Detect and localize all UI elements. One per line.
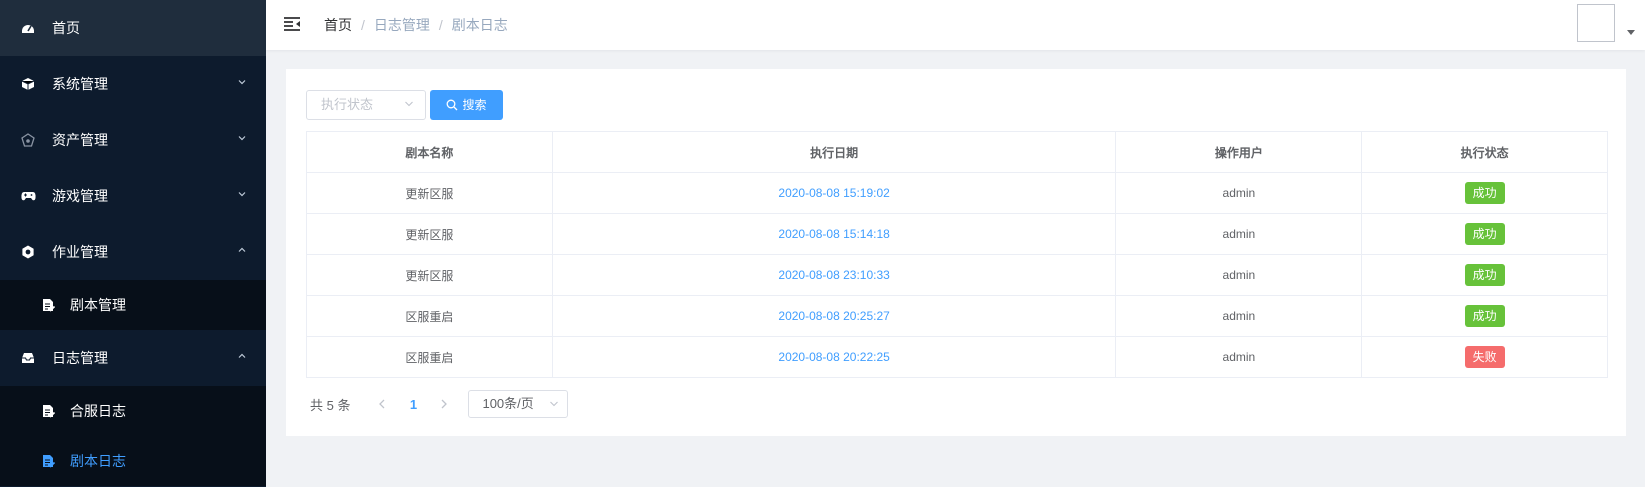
sidebar-item-label: 日志管理	[52, 350, 108, 366]
pagination: 共 5 条 1 100条/页	[310, 390, 569, 418]
date-cell[interactable]: 2020-08-08 20:25:27	[551, 295, 1117, 337]
page-size-select[interactable]: 100条/页	[468, 390, 569, 418]
user-cell: admin	[1115, 336, 1363, 378]
date-cell[interactable]: 2020-08-08 20:22:25	[551, 336, 1117, 378]
log-icon	[20, 350, 36, 366]
script-name-cell: 区服重启	[306, 295, 553, 337]
breadcrumb-home[interactable]: 首页	[324, 15, 352, 35]
document-icon	[40, 453, 56, 469]
chevron-down-icon	[238, 192, 246, 197]
breadcrumb-logs: 日志管理	[373, 17, 430, 33]
cube-icon	[20, 76, 36, 92]
table-row[interactable]: 区服重启 2020-08-08 20:22:25 admin 失败	[306, 336, 1608, 378]
log-table: 剧本名称 执行日期 操作用户 执行状态 更新区服 2020-08-08 15:1…	[306, 131, 1608, 378]
page-number[interactable]: 1	[396, 397, 430, 412]
sidebar-item-jobs[interactable]: 作业管理	[0, 224, 266, 280]
user-cell: admin	[1115, 295, 1363, 337]
sidebar-item-merge-log[interactable]: 合服日志	[0, 386, 266, 436]
top-navbar: 首页 / 日志管理 / 剧本日志	[266, 0, 1645, 50]
sidebar-item-system[interactable]: 系统管理	[0, 56, 266, 112]
sidebar-item-label: 系统管理	[52, 76, 108, 92]
sidebar-item-games[interactable]: 游戏管理	[0, 168, 266, 224]
status-badge: 成功	[1464, 182, 1505, 204]
search-button[interactable]: 搜索	[430, 90, 503, 120]
column-header[interactable]: 操作用户	[1115, 131, 1363, 173]
table-header-row: 剧本名称 执行日期 操作用户 执行状态	[306, 131, 1608, 173]
status-cell: 成功	[1361, 172, 1608, 214]
sidebar-item-home[interactable]: 首页	[0, 0, 266, 56]
page-size-value: 100条/页	[482, 396, 534, 411]
date-cell[interactable]: 2020-08-08 15:19:02	[551, 172, 1117, 214]
search-button-label: 搜索	[462, 98, 487, 112]
next-page-button[interactable]	[430, 397, 458, 412]
sidebar-item-logs[interactable]: 日志管理	[0, 330, 266, 386]
document-icon	[40, 297, 56, 313]
script-name-cell: 更新区服	[306, 254, 553, 296]
status-select[interactable]: 执行状态	[306, 90, 426, 120]
status-cell: 成功	[1361, 295, 1608, 337]
table-row[interactable]: 更新区服 2020-08-08 15:19:02 admin 成功	[306, 172, 1608, 214]
status-badge: 成功	[1464, 223, 1505, 245]
user-cell: admin	[1115, 172, 1363, 214]
date-cell[interactable]: 2020-08-08 23:10:33	[551, 254, 1117, 296]
status-cell: 成功	[1361, 254, 1608, 296]
content-card: 执行状态 搜索 剧本名称 执行日期 操作用户 执行状态 更新区服 2020-08…	[286, 69, 1626, 436]
pagination-total: 共 5 条	[310, 397, 351, 413]
hamburger-icon[interactable]	[282, 14, 302, 34]
status-cell: 成功	[1361, 213, 1608, 255]
user-cell: admin	[1115, 213, 1363, 255]
sidebar-item-assets[interactable]: 资产管理	[0, 112, 266, 168]
chevron-right-icon	[442, 399, 448, 408]
script-name-cell: 更新区服	[306, 172, 553, 214]
caret-down-icon[interactable]	[1627, 30, 1635, 35]
sidebar-item-label: 剧本管理	[70, 297, 126, 313]
dashboard-icon	[20, 20, 36, 36]
chevron-down-icon	[238, 136, 246, 141]
sidebar-item-script-manage[interactable]: 剧本管理	[0, 280, 266, 330]
status-badge: 成功	[1464, 305, 1505, 327]
table-row[interactable]: 更新区服 2020-08-08 15:14:18 admin 成功	[306, 213, 1608, 255]
breadcrumb-separator: /	[361, 17, 365, 33]
sidebar-item-label: 首页	[52, 20, 80, 36]
sidebar-item-label: 资产管理	[52, 132, 108, 148]
gamepad-icon	[20, 188, 36, 204]
table-row[interactable]: 区服重启 2020-08-08 20:25:27 admin 成功	[306, 295, 1608, 337]
breadcrumb: 首页 / 日志管理 / 剧本日志	[324, 15, 508, 35]
chevron-down-icon	[238, 80, 246, 85]
column-header[interactable]: 执行状态	[1361, 131, 1608, 173]
chevron-down-icon	[550, 401, 559, 407]
table-row[interactable]: 更新区服 2020-08-08 23:10:33 admin 成功	[306, 254, 1608, 296]
sidebar: 首页 系统管理 资产管理 游戏管理 作业管理 剧本管理 日志管理 合服日志 剧本…	[0, 0, 266, 487]
search-icon	[447, 99, 458, 111]
sidebar-item-label: 游戏管理	[52, 188, 108, 204]
gear-icon	[20, 244, 36, 260]
date-cell[interactable]: 2020-08-08 15:14:18	[551, 213, 1117, 255]
breadcrumb-current: 剧本日志	[451, 17, 508, 33]
sidebar-item-label: 剧本日志	[70, 453, 126, 469]
document-icon	[40, 403, 56, 419]
prev-page-button[interactable]	[368, 397, 396, 412]
sidebar-item-label: 作业管理	[52, 244, 108, 260]
chevron-up-icon	[238, 247, 246, 252]
chevron-up-icon	[238, 353, 246, 358]
status-cell: 失败	[1361, 336, 1608, 378]
asset-icon	[20, 132, 36, 148]
chevron-left-icon	[379, 399, 385, 408]
status-badge: 失败	[1464, 346, 1505, 368]
user-cell: admin	[1115, 254, 1363, 296]
status-select-placeholder: 执行状态	[321, 97, 374, 112]
submenu-jobs: 剧本管理	[0, 280, 266, 330]
status-badge: 成功	[1464, 264, 1505, 286]
breadcrumb-separator: /	[438, 17, 443, 33]
chevron-down-icon	[405, 101, 413, 107]
column-header[interactable]: 执行日期	[551, 131, 1117, 173]
script-name-cell: 区服重启	[306, 336, 553, 378]
sidebar-item-label: 合服日志	[70, 403, 126, 419]
script-name-cell: 更新区服	[306, 213, 553, 255]
submenu-logs: 合服日志 剧本日志	[0, 386, 266, 486]
sidebar-item-script-log[interactable]: 剧本日志	[0, 436, 266, 486]
column-header[interactable]: 剧本名称	[306, 131, 553, 173]
avatar[interactable]	[1577, 4, 1615, 42]
